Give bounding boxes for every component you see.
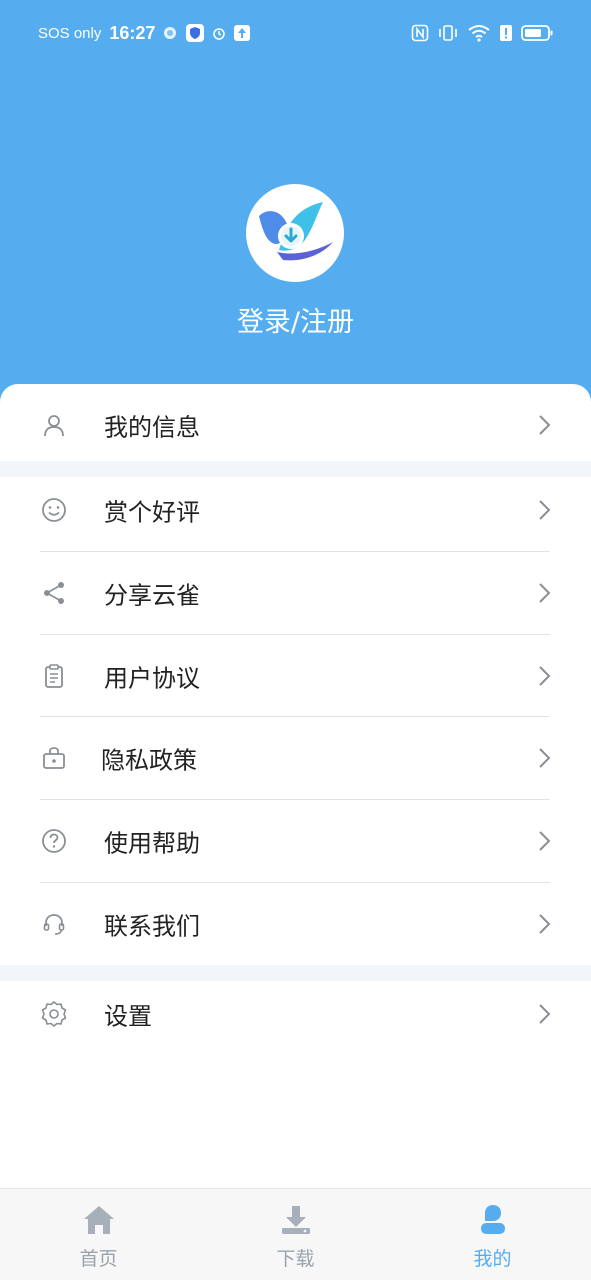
- upload-icon: [233, 24, 251, 42]
- clock-text: 16:27: [109, 22, 156, 43]
- nav-mine-label: 我的: [473, 1248, 512, 1270]
- menu-item-my-info[interactable]: 我的信息: [0, 384, 591, 466]
- menu-item-rate[interactable]: 赏个好评: [0, 469, 591, 551]
- nav-download-label: 下载: [276, 1248, 315, 1270]
- user-icon: [40, 411, 68, 439]
- sim-alert-icon: [499, 24, 513, 42]
- clipboard-icon: [40, 662, 68, 690]
- status-bar: SOS only 16:27: [0, 0, 591, 66]
- chevron-right-icon: [537, 746, 553, 770]
- menu-item-agreement[interactable]: 用户协议: [0, 635, 591, 717]
- battery-icon: [521, 24, 553, 42]
- menu-item-label: 赏个好评: [104, 498, 200, 527]
- menu-item-settings[interactable]: 设置: [0, 973, 591, 1055]
- nfc-icon: [411, 24, 429, 42]
- carrier-text: SOS only: [38, 24, 102, 42]
- user-profile-icon: [475, 1203, 511, 1237]
- home-icon: [81, 1203, 117, 1237]
- menu-item-help[interactable]: 使用帮助: [0, 800, 591, 882]
- gear-icon: [40, 1000, 68, 1028]
- profile-header: SOS only 16:27 登录/注册: [0, 0, 591, 420]
- nav-home-label: 首页: [79, 1248, 118, 1270]
- download-icon: [278, 1203, 314, 1237]
- weather-icon: [161, 25, 179, 41]
- login-register-link[interactable]: 登录/注册: [0, 300, 591, 339]
- smile-icon: [40, 496, 68, 524]
- chevron-right-icon: [537, 498, 553, 522]
- chevron-right-icon: [537, 581, 553, 605]
- share-icon: [40, 579, 68, 607]
- avatar[interactable]: [246, 184, 344, 282]
- menu-sheet: 我的信息 赏个好评 分享云雀 用户协议 隐私政策 使用帮助 联系我们 设置: [0, 384, 591, 1188]
- bottom-nav: 首页 下载 我的: [0, 1188, 591, 1280]
- nav-home[interactable]: 首页: [0, 1189, 197, 1280]
- nav-mine[interactable]: 我的: [394, 1189, 591, 1280]
- menu-item-privacy[interactable]: 隐私政策: [0, 717, 591, 799]
- vibrate-icon: [437, 24, 459, 42]
- menu-item-label: 隐私政策: [101, 746, 197, 775]
- menu-item-contact[interactable]: 联系我们: [0, 883, 591, 965]
- question-icon: [40, 827, 68, 855]
- headset-icon: [40, 910, 68, 938]
- nav-download[interactable]: 下载: [197, 1189, 394, 1280]
- shield-icon: [185, 23, 205, 43]
- menu-item-label: 联系我们: [104, 912, 200, 941]
- menu-item-label: 我的信息: [104, 413, 200, 442]
- lock-bag-icon: [40, 744, 68, 772]
- chevron-right-icon: [537, 829, 553, 853]
- chevron-right-icon: [537, 1002, 553, 1026]
- wifi-icon: [467, 24, 491, 42]
- app-logo-icon: [253, 196, 337, 270]
- chevron-right-icon: [537, 664, 553, 688]
- menu-item-label: 设置: [104, 1002, 152, 1031]
- menu-item-label: 用户协议: [104, 664, 200, 693]
- menu-item-share[interactable]: 分享云雀: [0, 552, 591, 634]
- chevron-right-icon: [537, 912, 553, 936]
- menu-item-label: 使用帮助: [104, 829, 200, 858]
- menu-item-label: 分享云雀: [104, 581, 200, 610]
- alarm-icon: [211, 25, 227, 41]
- chevron-right-icon: [537, 413, 553, 437]
